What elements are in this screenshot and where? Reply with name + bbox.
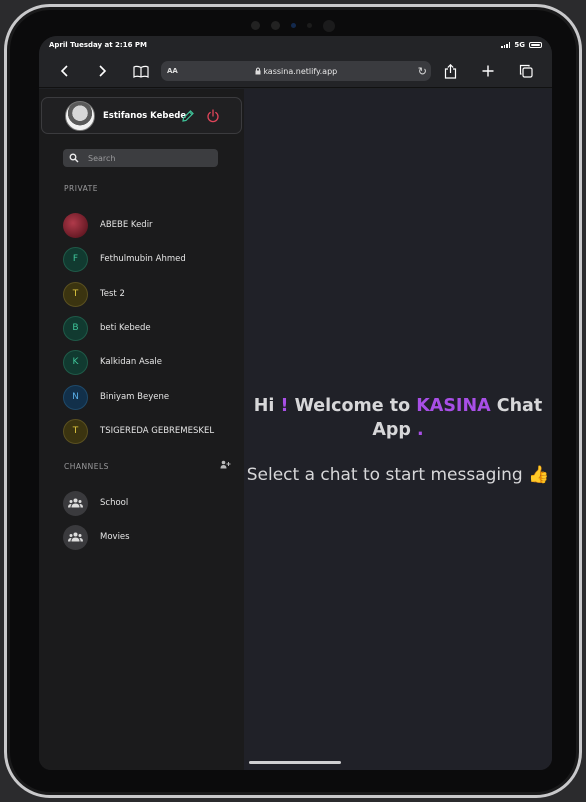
chat-item-fethulmubin[interactable]: F Fethulmubin Ahmed	[63, 245, 238, 273]
welcome-chat: Chat	[496, 396, 543, 416]
reload-icon[interactable]: ↻	[418, 65, 427, 78]
lock-icon	[255, 67, 261, 74]
tabs-button[interactable]	[516, 61, 536, 81]
share-icon	[444, 63, 456, 79]
chat-item-kalkidan[interactable]: K Kalkidan Asale	[63, 348, 238, 376]
profile-card: Estifanos Kebede	[41, 97, 242, 134]
avatar: T	[63, 281, 88, 307]
group-icon	[63, 490, 88, 516]
avatar: F	[63, 246, 88, 272]
avatar	[63, 212, 88, 238]
welcome-bang: !	[280, 396, 289, 416]
edit-icon[interactable]	[181, 109, 195, 123]
welcome-app: App	[372, 420, 411, 440]
channel-name: School	[100, 498, 129, 508]
chat-name: beti Kebede	[100, 323, 151, 333]
chevron-left-icon	[60, 65, 68, 77]
chat-item-test-2[interactable]: T Test 2	[63, 280, 238, 308]
camera-bar	[7, 19, 579, 33]
status-datetime: April Tuesday at 2:16 PM	[49, 41, 147, 49]
search-icon	[69, 153, 79, 163]
new-tab-button[interactable]	[478, 61, 498, 81]
chat-name: ABEBE Kedir	[100, 220, 153, 230]
camera-lens	[323, 20, 335, 32]
group-icon	[63, 524, 88, 550]
chat-name: Fethulmubin Ahmed	[100, 254, 186, 264]
search-box	[63, 149, 218, 167]
url-label: kassina.netlify.app	[263, 66, 338, 76]
battery-icon	[529, 42, 542, 48]
welcome-hi: Hi	[253, 396, 275, 416]
subtitle-text: Select a chat to start messaging	[246, 465, 523, 485]
welcome-to: Welcome to	[294, 396, 411, 416]
home-indicator[interactable]	[249, 761, 341, 764]
channel-item-movies[interactable]: Movies	[63, 523, 238, 551]
profile-name: Estifanos Kebede	[103, 111, 187, 121]
url-text: kassina.netlify.app	[161, 67, 431, 76]
chat-name: Biniyam Beyene	[100, 392, 170, 402]
bookmarks-button[interactable]	[131, 61, 151, 81]
avatar: B	[63, 315, 88, 341]
power-icon[interactable]	[206, 109, 220, 123]
empty-state-subtitle: Select a chat to start messaging 👍	[244, 465, 552, 485]
avatar[interactable]	[65, 101, 95, 131]
address-bar[interactable]: AA kassina.netlify.app ↻	[161, 61, 431, 81]
network-label: 5G	[514, 41, 525, 49]
private-section-label: PRIVATE	[64, 184, 98, 193]
avatar: N	[63, 384, 88, 410]
sensor-dot	[271, 21, 280, 30]
thumbs-up-icon: 👍	[528, 465, 550, 485]
share-button[interactable]	[440, 61, 460, 81]
chat-name: Test 2	[100, 289, 125, 299]
forward-button[interactable]	[92, 61, 112, 81]
sidebar: Estifanos Kebede PRIVATE ABEBE Kedir F F…	[39, 89, 244, 770]
brand-name: KASINA	[416, 396, 491, 416]
chat-item-tsigereda[interactable]: T TSIGEREDA GEBREMESKEL	[63, 417, 238, 445]
avatar: T	[63, 418, 88, 444]
channel-item-school[interactable]: School	[63, 489, 238, 517]
chat-item-abebe[interactable]: ABEBE Kedir	[63, 211, 238, 239]
welcome-dot: .	[417, 420, 424, 440]
book-icon	[133, 65, 149, 78]
chat-name: Kalkidan Asale	[100, 357, 163, 367]
welcome-heading: Hi ! Welcome to KASINA Chat App .	[244, 394, 552, 442]
chat-name: TSIGEREDA GEBREMESKEL	[100, 426, 215, 436]
back-button[interactable]	[55, 61, 75, 81]
tabs-icon	[519, 64, 533, 78]
add-channel-icon[interactable]	[220, 460, 231, 469]
chevron-right-icon	[99, 65, 107, 77]
channel-name: Movies	[100, 532, 130, 542]
search-input[interactable]	[88, 151, 208, 165]
sensor-dot	[307, 23, 312, 28]
plus-icon	[482, 65, 494, 77]
signal-icon	[501, 42, 511, 48]
status-bar: April Tuesday at 2:16 PM 5G	[39, 36, 552, 54]
camera-icon	[291, 23, 296, 28]
channels-section-label: CHANNELS	[64, 462, 109, 471]
screen: April Tuesday at 2:16 PM 5G AA kassina.n…	[39, 36, 552, 770]
browser-toolbar: AA kassina.netlify.app ↻	[39, 54, 552, 88]
chat-item-beti[interactable]: B beti Kebede	[63, 314, 238, 342]
chat-area: Hi ! Welcome to KASINA Chat App . Select…	[244, 89, 552, 770]
sensor-dot	[251, 21, 260, 30]
avatar: K	[63, 349, 88, 375]
chat-item-biniyam[interactable]: N Biniyam Beyene	[63, 383, 238, 411]
status-indicators: 5G	[501, 41, 542, 49]
